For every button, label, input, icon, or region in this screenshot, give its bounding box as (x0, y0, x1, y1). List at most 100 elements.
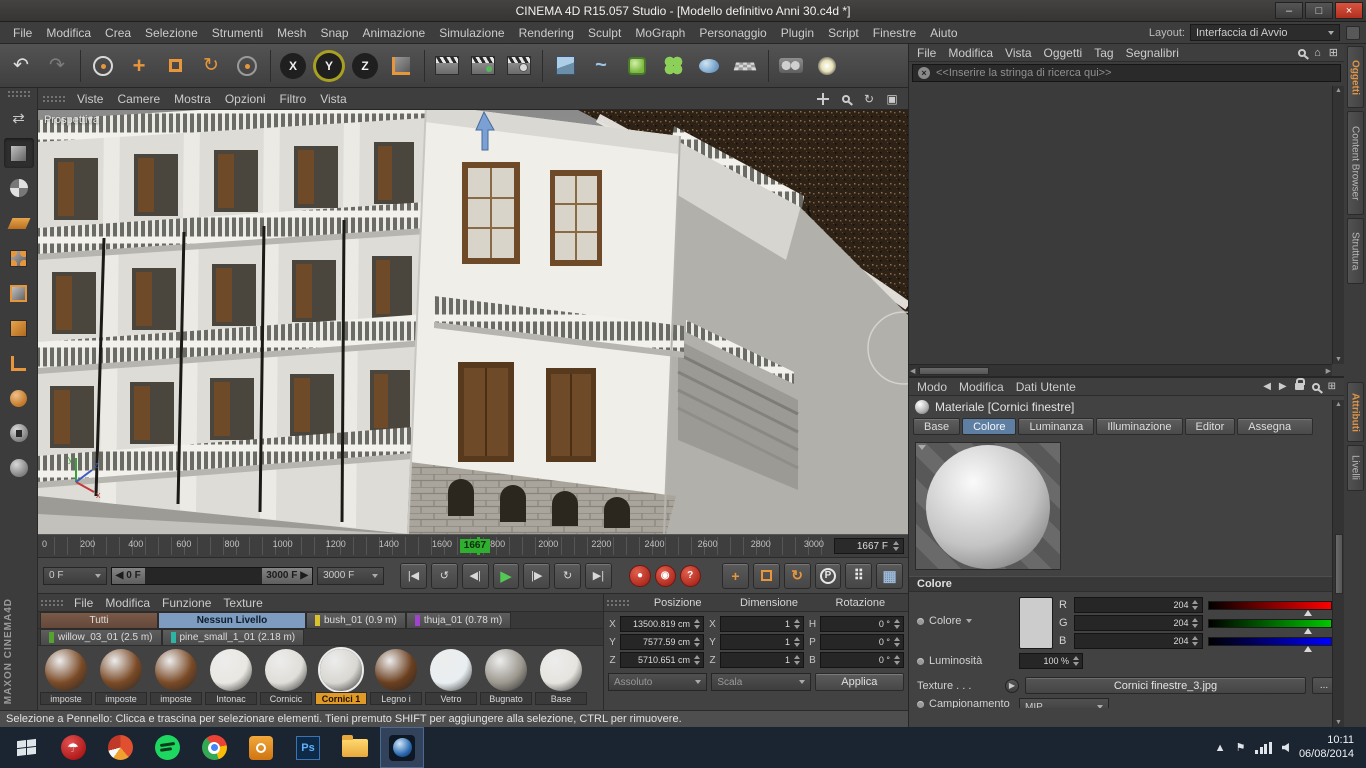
texture-expand-icon[interactable]: ▶ (1005, 678, 1019, 693)
metaball-button[interactable] (692, 48, 726, 84)
size-z-field[interactable]: 1 (720, 652, 804, 668)
menu-selezione[interactable]: Selezione (138, 26, 205, 40)
keyframe-bullet[interactable] (917, 700, 924, 708)
close-button[interactable]: × (1335, 2, 1363, 19)
tab-livelli[interactable]: Livelli (1346, 445, 1364, 491)
scale-lock-button[interactable] (752, 562, 780, 589)
layer-tab-nessun-livello[interactable]: Nessun Livello (158, 612, 306, 628)
keying-options-button[interactable]: ? (679, 564, 701, 587)
edges-mode-button[interactable] (4, 278, 34, 308)
goto-end-button[interactable]: ▶| (585, 562, 612, 589)
menu-mograph[interactable]: MoGraph (628, 26, 692, 40)
brightness-field[interactable]: 100 % (1019, 653, 1083, 669)
undo-button[interactable]: ↶ (4, 48, 38, 84)
tab-editor[interactable]: Editor (1184, 418, 1236, 435)
camera-button[interactable] (774, 48, 808, 84)
material-menu-funzione[interactable]: Funzione (156, 596, 217, 610)
current-frame-label[interactable]: 1667 (459, 539, 491, 553)
clear-search-icon[interactable]: × (918, 67, 930, 79)
rotate-view-icon[interactable]: ↻ (861, 91, 877, 107)
material-sphere[interactable] (210, 649, 252, 691)
attribute-vscrollbar[interactable]: ▲ ▼ (1332, 400, 1344, 727)
model-mode-button[interactable] (3, 138, 34, 168)
explorer-taskbar-button[interactable] (333, 727, 377, 768)
material-sphere[interactable] (318, 647, 364, 693)
material-item[interactable]: Intonac (205, 649, 257, 705)
tab-base[interactable]: Base (913, 418, 961, 435)
panel-options-icon[interactable]: ⊞ (1328, 381, 1336, 392)
coordinate-system-button[interactable] (384, 48, 418, 84)
layer-tab-pine[interactable]: pine_small_1_01 (2.18 m) (161, 629, 305, 645)
scale-tool-button[interactable] (158, 48, 192, 84)
material-menu-file[interactable]: File (68, 596, 99, 610)
object-list[interactable] (909, 86, 1332, 364)
coords-scale-dropdown[interactable]: Scala (711, 673, 811, 691)
render-picture-viewer-button[interactable] (466, 48, 500, 84)
object-list-vscrollbar[interactable]: ▲ ▼ (1332, 86, 1344, 364)
menu-sculpt[interactable]: Sculpt (581, 26, 628, 40)
preview-dropdown-icon[interactable] (918, 445, 926, 450)
move-lock-button[interactable]: + (722, 562, 749, 589)
texture-file-button[interactable]: Cornici finestre_3.jpg (1025, 677, 1306, 694)
om-menu-vista[interactable]: Vista (999, 46, 1037, 60)
polygons-mode-button[interactable] (4, 313, 34, 343)
material-menu-texture[interactable]: Texture (217, 596, 268, 610)
material-item[interactable]: Base (535, 649, 587, 705)
viewport-menu-mostra[interactable]: Mostra (167, 92, 218, 106)
position-z-field[interactable]: 5710.651 cm (620, 652, 704, 668)
snap-button[interactable] (4, 453, 34, 483)
om-menu-modifica[interactable]: Modifica (942, 46, 999, 60)
y-axis-toggle[interactable]: Y (312, 48, 346, 84)
scroll-left-icon[interactable]: ◀ (909, 366, 916, 376)
texture-mode-button[interactable] (4, 173, 34, 203)
spinner[interactable] (1071, 656, 1080, 666)
range-end-field[interactable]: 3000 F (317, 566, 385, 585)
channel-g-field[interactable]: 204 (1074, 615, 1203, 631)
spinner[interactable] (692, 619, 701, 629)
spline-pen-button[interactable]: ~ (584, 48, 618, 84)
viewport-menu-filtro[interactable]: Filtro (273, 92, 314, 106)
autokey-button[interactable]: ◉ (654, 564, 676, 587)
photoshop-taskbar-button[interactable]: Ps (286, 727, 330, 768)
spinner[interactable] (792, 637, 801, 647)
light-button[interactable] (810, 48, 844, 84)
layer-tab-tutti[interactable]: Tutti (40, 612, 158, 628)
layout-dropdown[interactable]: Interfaccia di Avvio (1190, 24, 1340, 41)
apply-button[interactable]: Applica (814, 673, 904, 691)
z-axis-toggle[interactable]: Z (348, 48, 382, 84)
material-preview[interactable] (915, 442, 1061, 570)
spinner[interactable] (692, 637, 701, 647)
spinner[interactable] (792, 619, 801, 629)
range-start-handle[interactable]: ◀ 0 F (111, 567, 145, 584)
material-sphere[interactable] (540, 649, 582, 691)
om-menu-oggetti[interactable]: Oggetti (1038, 46, 1089, 60)
spinner[interactable] (891, 541, 900, 551)
sampling-dropdown[interactable]: MIP (1019, 698, 1109, 708)
menu-snap[interactable]: Snap (313, 26, 355, 40)
slider-marker[interactable] (1304, 609, 1313, 616)
material-sphere[interactable] (45, 649, 87, 691)
prev-frame-button[interactable]: ◀| (461, 562, 489, 589)
render-view-button[interactable] (430, 48, 464, 84)
channel-g-slider[interactable] (1207, 618, 1332, 634)
avira-taskbar-button[interactable]: ☂ (51, 727, 95, 768)
material-item[interactable]: Legno i (370, 649, 422, 705)
find-icon[interactable] (1311, 382, 1320, 391)
cinema4d-taskbar-button[interactable] (380, 727, 424, 768)
range-end-handle[interactable]: 3000 F ▶ (262, 567, 313, 584)
slider-marker[interactable] (1304, 645, 1313, 652)
material-menu-modifica[interactable]: Modifica (99, 596, 156, 610)
menu-simulazione[interactable]: Simulazione (432, 26, 511, 40)
record-keyframe-button[interactable]: ● (629, 564, 651, 587)
x-axis-toggle[interactable]: X (276, 48, 310, 84)
material-item[interactable]: imposte (40, 649, 92, 705)
position-x-field[interactable]: 13500.819 cm (620, 616, 704, 632)
channel-r-field[interactable]: 204 (1074, 597, 1203, 613)
range-start-field[interactable]: 0 F (43, 566, 107, 585)
workplane-mode-button[interactable] (4, 208, 34, 238)
om-menu-segnalibri[interactable]: Segnalibri (1120, 46, 1185, 60)
size-x-field[interactable]: 1 (720, 616, 804, 632)
current-frame-field[interactable]: 1667 F (834, 538, 904, 554)
history-forward-icon[interactable]: ▶ (1279, 381, 1287, 392)
slider-marker[interactable] (1304, 627, 1313, 634)
